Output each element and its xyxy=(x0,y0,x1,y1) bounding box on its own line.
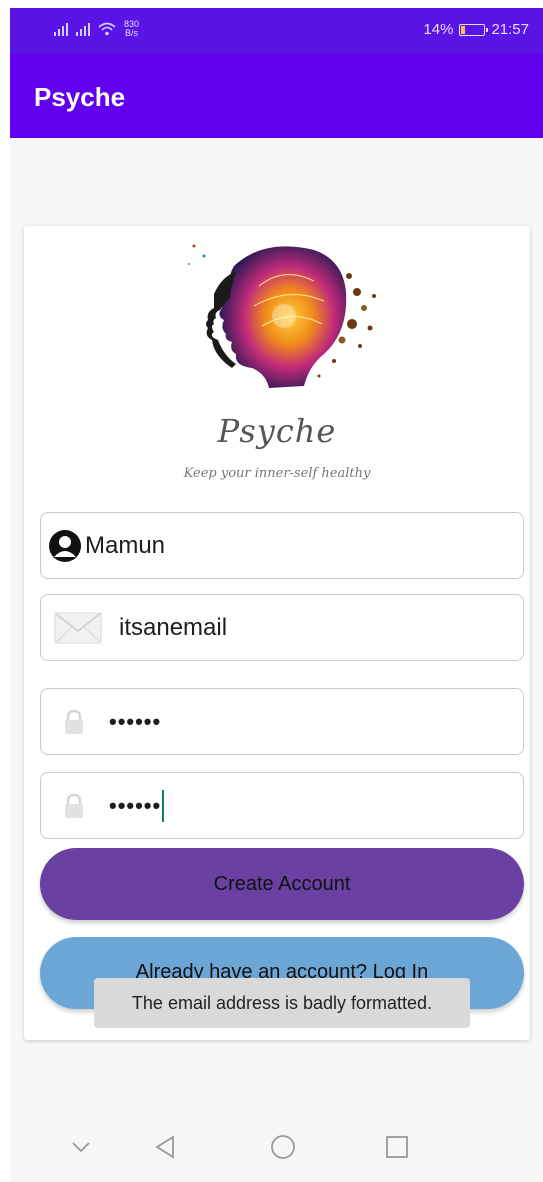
app-bar: Psyche xyxy=(10,54,543,138)
cell-signal-icon xyxy=(54,22,68,36)
brand-name: Psyche xyxy=(217,412,337,450)
status-bar: 830 B/s 14% 21:57 xyxy=(10,8,543,54)
confirm-password-field[interactable]: •••••• xyxy=(40,772,524,839)
chevron-down-icon[interactable] xyxy=(66,1132,96,1162)
phone-screen: 830 B/s 14% 21:57 Psyche Psyche Keep you… xyxy=(10,8,543,1182)
confirm-password-input-value: •••••• xyxy=(109,792,162,818)
name-field[interactable]: Mamun xyxy=(40,512,524,579)
name-input-value: Mamun xyxy=(85,531,166,559)
battery-icon xyxy=(459,23,489,36)
status-right: 14% 21:57 xyxy=(423,21,529,38)
net-speed-unit: B/s xyxy=(125,28,139,38)
clock: 21:57 xyxy=(491,21,529,38)
envelope-icon xyxy=(41,604,115,652)
cell-signal-2-icon xyxy=(76,22,90,36)
person-icon xyxy=(41,522,89,570)
recents-square-icon[interactable] xyxy=(382,1132,412,1162)
text-cursor xyxy=(162,789,165,822)
create-account-button[interactable]: Create Account xyxy=(40,848,524,920)
signup-card: Psyche Keep your inner-self healthy Mamu… xyxy=(24,226,530,1040)
lock-icon xyxy=(41,782,107,830)
system-nav-bar xyxy=(10,1112,543,1182)
email-input-value: itsanemail xyxy=(119,613,228,641)
password-input-value: •••••• xyxy=(109,708,162,734)
app-title: Psyche xyxy=(34,82,126,112)
password-field[interactable]: •••••• xyxy=(40,688,524,755)
psyche-logo-image xyxy=(188,244,376,388)
brand-tagline: Keep your inner-self healthy xyxy=(183,466,371,481)
lock-icon xyxy=(41,698,107,746)
battery-percent: 14% xyxy=(423,21,454,38)
error-toast: The email address is badly formatted. xyxy=(94,978,470,1028)
email-field[interactable]: itsanemail xyxy=(40,594,524,661)
status-indicators: 830 B/s xyxy=(54,20,139,38)
back-triangle-icon[interactable] xyxy=(150,1132,180,1162)
wifi-icon xyxy=(98,22,116,36)
home-circle-icon[interactable] xyxy=(268,1132,298,1162)
network-speed: 830 B/s xyxy=(124,20,139,38)
